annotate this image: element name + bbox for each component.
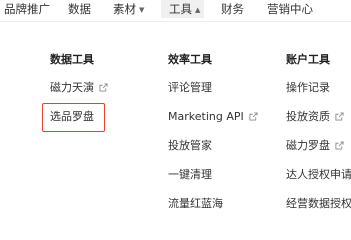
- tools-dropdown-panel: 数据工具 磁力天演 选品罗盘 效率工具 评论管理 Marketing API 投…: [0, 22, 351, 218]
- menu-link-traffic-red-blue-ocean[interactable]: 流量红蓝海: [168, 197, 223, 211]
- menu-link-cili-tianyan[interactable]: 磁力天演: [50, 81, 108, 95]
- nav-item-brand-promotion[interactable]: 品牌推广: [4, 0, 50, 18]
- external-link-icon: [335, 112, 344, 121]
- column-heading-efficiency-tools: 效率工具: [168, 53, 212, 66]
- menu-link-operation-log[interactable]: 操作记录: [286, 81, 330, 95]
- nav-item-materials-label: 素材: [113, 2, 136, 16]
- top-nav-bar: 品牌推广 数据 素材 ▼ 工具 ▲ 财务 营销中心: [0, 0, 351, 22]
- column-heading-account-tools: 账户工具: [286, 53, 330, 66]
- external-link-icon: [249, 112, 258, 121]
- highlight-box-product-compass: [42, 103, 105, 132]
- nav-item-materials[interactable]: 素材 ▼: [113, 0, 144, 18]
- menu-link-label: 磁力天演: [50, 81, 94, 94]
- menu-link-label: 投放资质: [286, 110, 330, 123]
- tools-menu-screen: 品牌推广 数据 素材 ▼ 工具 ▲ 财务 营销中心 数据工具 磁力天演 选品罗盘 效…: [0, 0, 351, 218]
- external-link-icon: [335, 141, 344, 150]
- menu-link-comment-management[interactable]: 评论管理: [168, 81, 212, 95]
- nav-item-marketing-center[interactable]: 营销中心: [267, 0, 313, 18]
- menu-link-label: Marketing API: [168, 110, 244, 123]
- menu-link-label: 磁力罗盘: [286, 139, 330, 152]
- menu-link-one-click-cleanup[interactable]: 一键清理: [168, 168, 212, 182]
- chevron-up-icon: ▲: [195, 6, 201, 14]
- nav-item-data[interactable]: 数据: [68, 0, 91, 18]
- menu-link-ad-qualification[interactable]: 投放资质: [286, 110, 344, 124]
- menu-link-ad-steward[interactable]: 投放管家: [168, 139, 212, 153]
- menu-link-marketing-api[interactable]: Marketing API: [168, 110, 258, 124]
- nav-item-tools-label: 工具: [169, 2, 192, 16]
- menu-link-business-data-auth[interactable]: 经营数据授权: [286, 197, 351, 211]
- external-link-icon: [99, 83, 108, 92]
- chevron-down-icon: ▼: [139, 6, 145, 14]
- nav-item-tools[interactable]: 工具 ▲: [161, 0, 205, 18]
- nav-item-finance[interactable]: 财务: [221, 0, 244, 18]
- menu-link-cili-compass[interactable]: 磁力罗盘: [286, 139, 344, 153]
- column-heading-data-tools: 数据工具: [50, 53, 94, 66]
- menu-link-influencer-auth-request[interactable]: 达人授权申请: [286, 168, 351, 182]
